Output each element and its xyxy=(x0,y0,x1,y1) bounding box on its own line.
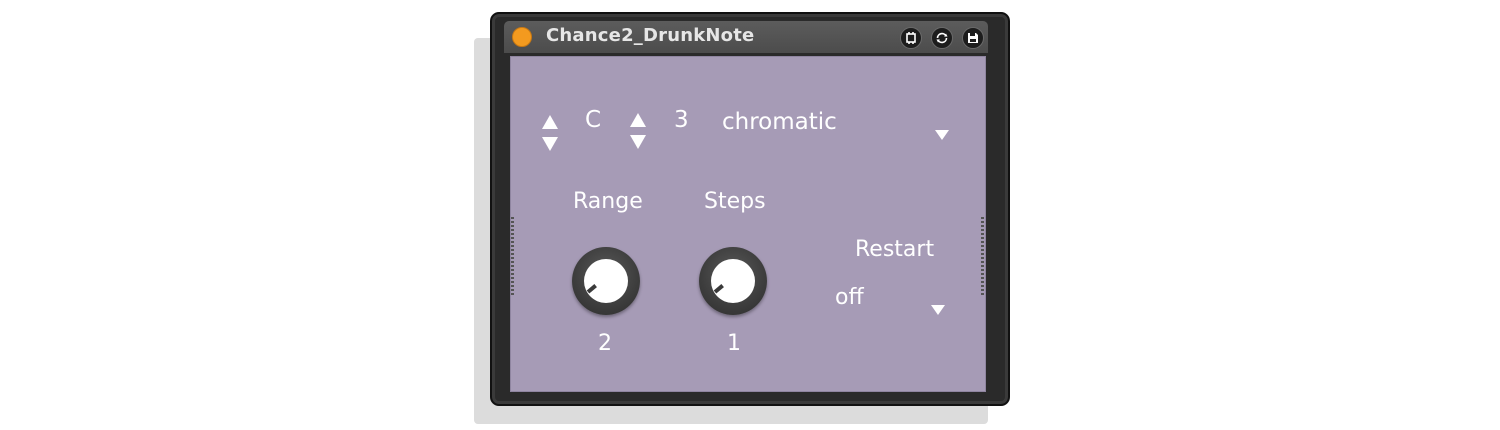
restart-label: Restart xyxy=(855,237,935,262)
device-window: Chance2_DrunkNote C 3 chromatic Range 2 … xyxy=(490,12,1010,406)
steps-label: Steps xyxy=(704,189,766,214)
save-button[interactable] xyxy=(962,27,984,49)
note-down-arrow-icon[interactable] xyxy=(542,137,558,151)
refresh-button[interactable] xyxy=(931,27,953,49)
restart-dropdown-caret-icon[interactable] xyxy=(931,305,945,315)
refresh-icon xyxy=(936,32,948,44)
scale-dropdown[interactable]: chromatic xyxy=(722,109,837,135)
device-title: Chance2_DrunkNote xyxy=(546,25,755,46)
right-grip[interactable] xyxy=(981,217,984,297)
range-value: 2 xyxy=(598,331,612,356)
scale-dropdown-caret-icon[interactable] xyxy=(935,130,949,140)
device-power-button[interactable] xyxy=(512,27,532,47)
root-note-value: C xyxy=(585,107,602,133)
left-grip[interactable] xyxy=(511,217,514,297)
note-spinner[interactable] xyxy=(541,113,559,157)
hotswap-button[interactable] xyxy=(900,27,922,49)
device-title-bar[interactable]: Chance2_DrunkNote xyxy=(504,21,988,53)
steps-value: 1 xyxy=(727,331,741,356)
octave-spinner[interactable] xyxy=(629,111,647,155)
octave-up-arrow-icon[interactable] xyxy=(630,113,646,127)
device-panel: C 3 chromatic Range 2 Steps 1 Restart of… xyxy=(510,56,986,392)
range-label: Range xyxy=(573,189,643,214)
restart-dropdown[interactable]: off xyxy=(835,285,864,310)
save-icon xyxy=(968,33,978,43)
octave-down-arrow-icon[interactable] xyxy=(630,135,646,149)
steps-knob-face xyxy=(711,259,755,303)
octave-value: 3 xyxy=(674,107,689,133)
range-knob-face xyxy=(584,259,628,303)
note-up-arrow-icon[interactable] xyxy=(542,115,558,129)
hotswap-icon xyxy=(906,32,916,44)
steps-knob[interactable] xyxy=(699,247,767,315)
range-knob[interactable] xyxy=(572,247,640,315)
